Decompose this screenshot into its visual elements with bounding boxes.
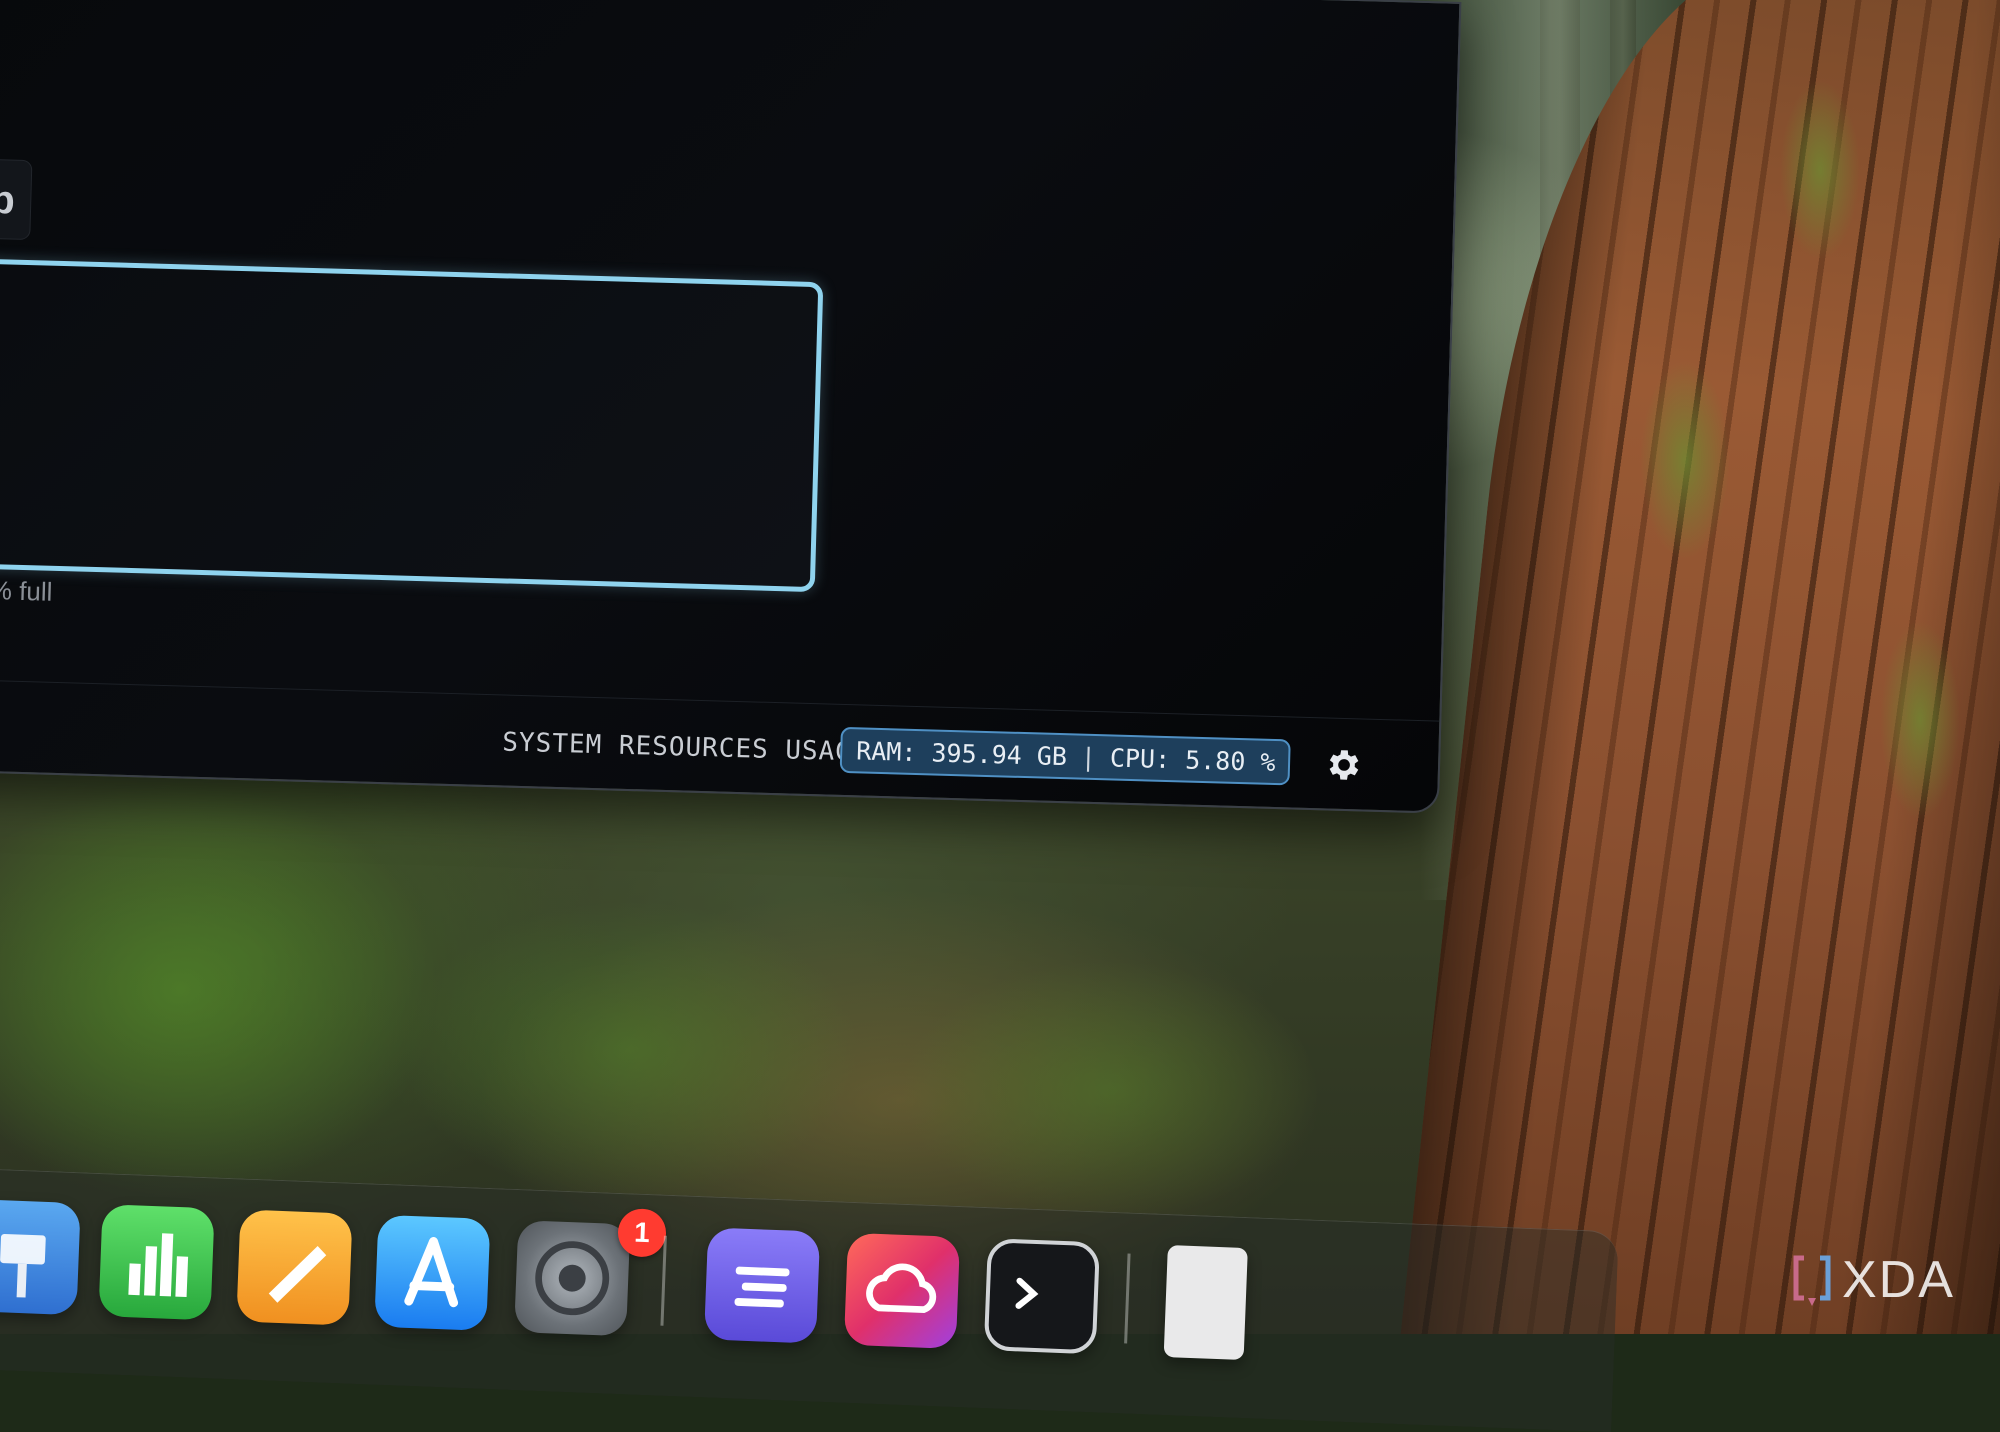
dock-divider [1124, 1253, 1131, 1344]
foliage [900, 960, 1320, 1220]
content-panel[interactable] [0, 258, 824, 593]
system-settings-icon[interactable] [514, 1220, 631, 1337]
cloud-icon [866, 1263, 937, 1314]
moss-patch [1880, 620, 1960, 820]
app-store-icon[interactable] [374, 1214, 491, 1331]
gear-icon [1329, 750, 1359, 780]
watermark-text: XDA [1842, 1251, 1955, 1309]
sidebar-tab[interactable]: p [0, 158, 33, 241]
xda-watermark: XDA [1790, 1250, 1955, 1310]
keynote-icon[interactable] [0, 1198, 81, 1316]
text-lines-icon [734, 1266, 790, 1308]
pencil-icon [268, 1246, 327, 1303]
terminal-icon[interactable] [983, 1238, 1100, 1355]
sidebar-tab-label: p [0, 177, 16, 223]
pages-icon[interactable] [236, 1209, 353, 1326]
podium-icon [0, 1233, 46, 1298]
moss-patch [1640, 360, 1730, 560]
settings-button[interactable] [1317, 738, 1370, 791]
foliage [0, 780, 440, 1200]
lines-app-icon[interactable] [703, 1227, 821, 1344]
settings-gear-icon [535, 1241, 610, 1316]
document-icon[interactable] [1163, 1245, 1248, 1361]
numbers-icon[interactable] [98, 1204, 215, 1321]
xda-logo-icon [1793, 1255, 1831, 1306]
system-resources-label: SYSTEM RESOURCES USAGE: [501, 727, 886, 769]
panel-capacity-caption: 0% full [0, 574, 53, 607]
creative-cloud-icon[interactable] [843, 1232, 961, 1349]
prompt-icon [1015, 1277, 1039, 1309]
resource-usage-pill: RAM: 395.94 GB | CPU: 5.80 % [839, 726, 1291, 786]
app-window: p 0% full SYSTEM RESOURCES USAGE: RAM: 3… [0, 0, 1462, 814]
dock-divider [660, 1235, 667, 1326]
notification-badge: 1 [617, 1207, 667, 1258]
app-store-a-icon [404, 1237, 459, 1308]
cpu-usage: CPU: 5.80 % [1109, 742, 1276, 777]
bar-chart-icon [128, 1233, 189, 1298]
usage-separator: | [1080, 742, 1097, 772]
foliage [400, 900, 860, 1200]
ram-usage: RAM: 395.94 GB [855, 735, 1068, 771]
moss-patch [1780, 80, 1860, 260]
